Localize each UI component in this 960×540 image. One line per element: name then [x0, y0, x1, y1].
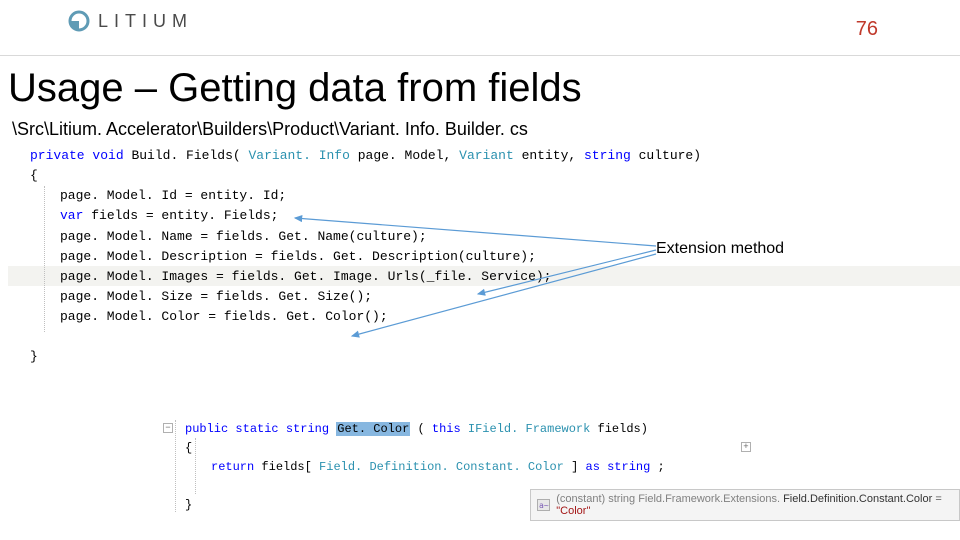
- code-line: page. Model. Size = fields. Get. Size();: [30, 287, 940, 307]
- code-line: page. Model. Images = fields. Get. Image…: [60, 269, 551, 284]
- brand-logo-icon: [68, 10, 90, 32]
- code-type: IField. Framework: [468, 422, 590, 436]
- code-selection: Get. Color: [336, 422, 410, 436]
- code-text: (: [417, 422, 424, 436]
- code-keyword: as: [586, 460, 600, 474]
- slide-title: Usage – Getting data from fields: [8, 66, 960, 111]
- code-text: fields): [598, 422, 648, 436]
- code-text: ;: [658, 460, 665, 474]
- code-text: entity,: [522, 148, 584, 163]
- tooltip-type: Field.Framework.Extensions.: [638, 493, 780, 505]
- code-text: Build. Fields(: [131, 148, 240, 163]
- code-line: page. Model. Color = fields. Get. Color(…: [30, 307, 940, 327]
- brand-logo-text: LITIUM: [98, 11, 193, 32]
- code-text: fields[: [261, 460, 311, 474]
- slide-header: LITIUM 76: [0, 0, 960, 56]
- tooltip-value: "Color": [556, 505, 590, 517]
- annotation-label: Extension method: [656, 240, 784, 258]
- code-text: {: [185, 439, 665, 458]
- code-keyword: return: [211, 460, 254, 474]
- code-keyword: static: [235, 422, 278, 436]
- code-keyword: string: [286, 422, 329, 436]
- code-keyword: this: [432, 422, 461, 436]
- code-text: {: [30, 166, 940, 186]
- code-text: ]: [571, 460, 585, 474]
- code-text: }: [30, 347, 940, 367]
- code-type: Variant. Info: [248, 148, 349, 163]
- brand-logo: LITIUM: [68, 10, 920, 32]
- page-number: 76: [856, 18, 878, 41]
- code-keyword: var: [60, 208, 83, 223]
- code-block-main: private void Build. Fields( Variant. Inf…: [30, 146, 940, 367]
- code-keyword: void: [92, 148, 123, 163]
- code-text: page. Model,: [358, 148, 459, 163]
- code-keyword: public: [185, 422, 228, 436]
- code-line: page. Model. Description = fields. Get. …: [30, 247, 940, 267]
- code-keyword: private: [30, 148, 85, 163]
- code-line: page. Model. Id = entity. Id;: [30, 186, 940, 206]
- constant-icon: a̴: [537, 499, 550, 511]
- tooltip-member: Field.Definition.Constant.Color: [783, 493, 932, 505]
- file-path: \Src\Litium. Accelerator\Builders\Produc…: [12, 119, 960, 140]
- code-keyword: string: [607, 460, 650, 474]
- tooltip-label: (constant) string: [556, 493, 638, 505]
- code-text: culture): [639, 148, 701, 163]
- code-text: fields = entity. Fields;: [91, 208, 278, 223]
- code-line: page. Model. Name = fields. Get. Name(cu…: [30, 227, 940, 247]
- intellisense-tooltip: a̴ (constant) string Field.Framework.Ext…: [530, 489, 960, 521]
- code-keyword: string: [584, 148, 631, 163]
- code-type: Field. Definition. Constant. Color: [319, 460, 564, 474]
- tooltip-eq: =: [935, 493, 941, 505]
- code-type: Variant: [459, 148, 514, 163]
